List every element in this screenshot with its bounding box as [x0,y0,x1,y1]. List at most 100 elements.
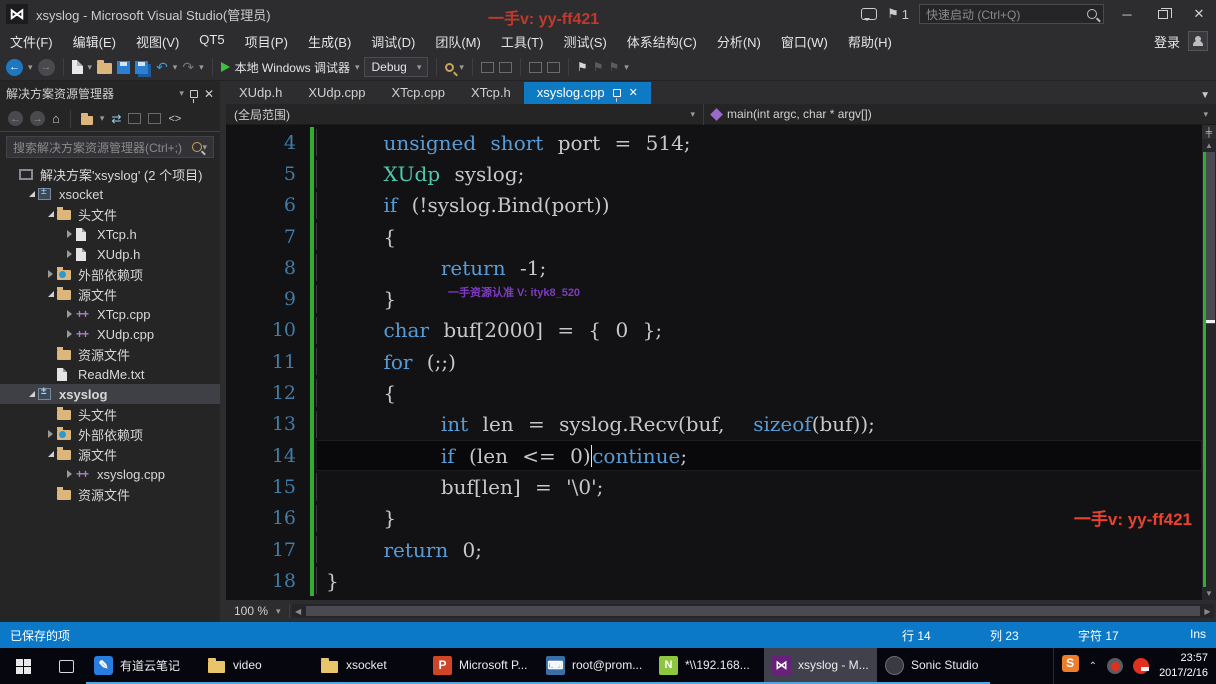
tab-XTcp.cpp[interactable]: XTcp.cpp [378,82,457,104]
pending-changes-filter-icon[interactable] [81,116,93,125]
code-line-8[interactable]: 8 return -1; [226,252,1202,283]
menu-item-0[interactable]: 文件(F) [0,28,63,55]
taskbar-app-folder[interactable]: xsocket [312,648,425,684]
prev-bookmark-icon[interactable]: ⚑ [593,60,604,74]
horizontal-scrollbar[interactable]: ◀ ▶ [292,604,1214,618]
tab-XUdp.h[interactable]: XUdp.h [226,82,295,104]
save-all-icon[interactable] [135,61,148,74]
code-line-13[interactable]: 13 int len = syslog.Recv(buf, sizeof(buf… [226,409,1202,440]
code-editor[interactable]: 一手资源认准 V: ityk8_520 一手v: yy-ff421 4 unsi… [226,125,1202,600]
code-line-15[interactable]: 15 buf[len] = '\0'; [226,471,1202,502]
redo-icon[interactable]: ↷ [182,59,194,76]
scroll-down-icon[interactable]: ▼ [1202,587,1216,600]
redo-dropdown[interactable]: ▾ [199,62,204,73]
scroll-right-icon[interactable]: ▶ [1201,607,1214,616]
show-all-files-icon[interactable] [148,113,161,124]
toolbar-overflow-dropdown[interactable]: ▾ [624,62,629,73]
menu-item-12[interactable]: 窗口(W) [771,28,838,55]
task-view-button[interactable] [46,648,86,684]
scroll-left-icon[interactable]: ◀ [292,607,305,616]
collapsed-arrow-icon[interactable] [63,230,76,238]
collapse-all-icon[interactable] [128,113,141,124]
start-button[interactable] [0,648,46,684]
tree-item-xsyslog[interactable]: xsyslog [0,384,220,404]
comment-icon[interactable] [481,62,494,73]
filter-dropdown[interactable]: ▾ [100,113,105,124]
tree-item-源文件[interactable]: 源文件 [0,284,220,304]
uncomment-icon[interactable] [499,62,512,73]
tab-pin-icon[interactable] [613,89,621,97]
code-line-6[interactable]: 6 if (!syslog.Bind(port)) [226,190,1202,221]
hscrollbar-thumb[interactable] [306,606,1200,616]
tree-item-源文件[interactable]: 源文件 [0,444,220,464]
menu-item-5[interactable]: 生成(B) [298,28,361,55]
tree-item-头文件[interactable]: 头文件 [0,404,220,424]
menu-item-1[interactable]: 编辑(E) [63,28,126,55]
tab-xsyslog.cpp[interactable]: xsyslog.cpp✕ [524,82,651,104]
new-file-dropdown[interactable]: ▾ [88,62,93,73]
start-debug-button[interactable]: 本地 Windows 调试器 ▾ [221,59,360,76]
tree-item-ReadMe.txt[interactable]: ReadMe.txt [0,364,220,384]
code-line-16[interactable]: 16 } [226,503,1202,534]
tree-item-xsocket[interactable]: xsocket [0,184,220,204]
expanded-arrow-icon[interactable] [44,451,57,457]
taskbar-app-youdao[interactable]: 有道云笔记 [86,648,199,684]
sync-icon[interactable]: ⇄ [111,112,121,126]
navigate-back-dropdown[interactable]: ▾ [28,62,33,73]
menu-item-8[interactable]: 工具(T) [491,28,554,55]
find-in-files-icon[interactable] [445,63,454,72]
feedback-icon[interactable] [861,8,877,20]
expanded-arrow-icon[interactable] [44,211,57,217]
tree-item-外部依赖项[interactable]: 外部依赖项 [0,424,220,444]
pin-icon[interactable] [190,90,198,98]
solution-search-input[interactable]: 搜索解决方案资源管理器(Ctrl+;) ▾ [6,136,214,158]
user-account-icon[interactable] [1188,31,1208,51]
config-combo[interactable]: Debug▾ [364,57,428,77]
scrollbar-thumb[interactable] [1206,152,1215,324]
code-line-9[interactable]: 9 } [226,283,1202,314]
taskbar-app-folder[interactable]: video [199,648,312,684]
sogou-input-icon[interactable]: S [1062,655,1079,672]
code-line-7[interactable]: 7 { [226,221,1202,252]
expanded-arrow-icon[interactable] [25,191,38,197]
tree-item-xsyslog.cpp[interactable]: ++xsyslog.cpp [0,464,220,484]
navigate-forward-icon[interactable]: → [38,59,55,76]
code-line-18[interactable]: 18} [226,565,1202,596]
menu-item-6[interactable]: 调试(D) [361,28,425,55]
taskbar-app-putty[interactable]: root@prom... [538,648,651,684]
scroll-up-icon[interactable]: ▲ [1202,139,1216,152]
se-forward-icon[interactable]: → [30,111,45,126]
collapsed-arrow-icon[interactable] [63,470,76,478]
collapsed-arrow-icon[interactable] [44,270,57,278]
tree-item-外部依赖项[interactable]: 外部依赖项 [0,264,220,284]
tree-item-解决方案'xsyslog' (2 个项目)[interactable]: 解决方案'xsyslog' (2 个项目) [0,164,220,184]
tab-close-icon[interactable]: ✕ [629,86,638,99]
screen-recorder-icon[interactable] [1133,658,1149,674]
signin-link[interactable]: 登录 [1154,32,1180,51]
panel-options-dropdown[interactable]: ▾ [179,88,184,99]
next-bookmark-icon[interactable]: ⚑ [608,60,619,74]
scope-combo[interactable]: (全局范围) ▾ [226,104,704,125]
tree-item-XUdp.cpp[interactable]: ++XUdp.cpp [0,324,220,344]
expanded-arrow-icon[interactable] [25,391,38,397]
minimize-button[interactable]: ─ [1114,7,1140,22]
code-line-4[interactable]: 4 unsigned short port = 514; [226,127,1202,158]
collapsed-arrow-icon[interactable] [63,310,76,318]
code-line-12[interactable]: 12 { [226,377,1202,408]
close-button[interactable]: ✕ [1186,6,1212,22]
code-line-17[interactable]: 17 return 0; [226,534,1202,565]
increase-indent-icon[interactable] [547,62,560,73]
taskbar-app-npp[interactable]: *\\192.168... [651,648,764,684]
record-indicator-icon[interactable] [1107,658,1123,674]
code-line-5[interactable]: 5 XUdp syslog; [226,158,1202,189]
menu-item-13[interactable]: 帮助(H) [838,28,902,55]
restore-button[interactable] [1150,7,1176,22]
tree-item-XTcp.cpp[interactable]: ++XTcp.cpp [0,304,220,324]
tree-item-资源文件[interactable]: 资源文件 [0,344,220,364]
tree-item-头文件[interactable]: 头文件 [0,204,220,224]
taskbar-app-sonic[interactable]: Sonic Studio [877,648,990,684]
undo-icon[interactable]: ↶ [156,59,168,76]
notifications-flag[interactable]: ⚑1 [887,6,909,22]
member-combo[interactable]: main(int argc, char * argv[]) ▾ [704,104,1216,125]
splitter-grip-icon[interactable]: ╪ [1202,125,1216,139]
